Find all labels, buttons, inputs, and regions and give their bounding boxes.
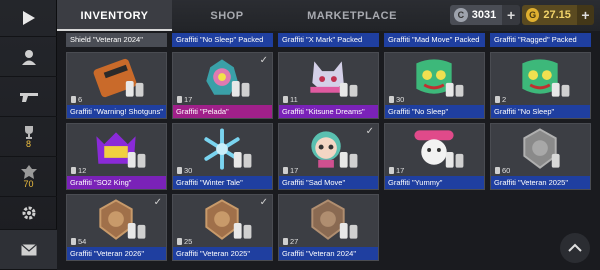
- silver-amount: 3031: [471, 9, 497, 21]
- play-icon: [22, 11, 35, 25]
- weapon-icon: [19, 92, 38, 102]
- inventory-item[interactable]: 6 Graffiti "Warning! Shotguns": [66, 52, 167, 119]
- item-label: Graffiti "Veteran 2025": [491, 176, 590, 189]
- scroll-up-button[interactable]: [560, 233, 590, 263]
- item-label: Graffiti "Pelada": [173, 105, 272, 118]
- rank-button[interactable]: 70: [0, 157, 57, 197]
- tab-marketplace[interactable]: MARKETPLACE: [282, 0, 422, 31]
- item-count: 25: [177, 237, 192, 246]
- add-gold-button[interactable]: +: [576, 5, 594, 25]
- item-count: 17: [389, 166, 404, 175]
- trophy-icon: [24, 125, 33, 139]
- add-silver-button[interactable]: +: [502, 5, 520, 25]
- rank-icon: [20, 164, 37, 179]
- check-icon: ✓: [153, 197, 162, 208]
- item-count: 30: [389, 95, 404, 104]
- item-count: 6: [71, 95, 82, 104]
- item-label: Graffiti "Warning! Shotguns": [67, 105, 166, 118]
- inventory-item[interactable]: 30 Graffiti "Winter Tale": [172, 123, 273, 190]
- silver-coin-icon: C: [454, 8, 468, 22]
- list-item[interactable]: Graffiti "Mad Move" Packed: [384, 33, 485, 47]
- inventory-item[interactable]: ✓ 54 Graffiti "Veteran 2026": [66, 194, 167, 261]
- inventory-item[interactable]: 12 Graffiti "SO2 King": [66, 123, 167, 190]
- item-count: 60: [495, 166, 510, 175]
- rank-badge: 70: [23, 178, 34, 189]
- gold-amount: 27.15: [543, 9, 571, 21]
- settings-button[interactable]: [0, 197, 57, 230]
- item-count: 54: [71, 237, 86, 246]
- silver-currency: C 3031 +: [450, 5, 520, 25]
- item-count: 27: [283, 237, 298, 246]
- item-count: 12: [71, 166, 86, 175]
- inventory-item[interactable]: ✓ 17 Graffiti "Sad Move": [278, 123, 379, 190]
- check-icon: ✓: [365, 126, 374, 137]
- play-button[interactable]: [0, 0, 57, 37]
- check-icon: ✓: [259, 197, 268, 208]
- item-label: Graffiti "Veteran 2024": [279, 247, 378, 260]
- item-count: 11: [283, 95, 298, 104]
- weapons-button[interactable]: [0, 77, 57, 117]
- item-label: Graffiti "No Sleep": [491, 105, 590, 118]
- item-count: 30: [177, 166, 192, 175]
- tab-shop[interactable]: SHOP: [172, 0, 282, 31]
- gold-currency: G 27.15 +: [522, 5, 594, 25]
- profile-icon: [21, 49, 36, 65]
- inventory-item[interactable]: 27 Graffiti "Veteran 2024": [278, 194, 379, 261]
- item-label: Graffiti "Veteran 2026": [67, 247, 166, 260]
- item-label: Graffiti "SO2 King": [67, 176, 166, 189]
- item-label: Graffiti "Kitsune Dreams": [279, 105, 378, 118]
- list-item[interactable]: Graffiti "No Sleep" Packed: [172, 33, 273, 47]
- inventory-item[interactable]: ✓ 17 Graffiti "Pelada": [172, 52, 273, 119]
- gear-icon: [22, 206, 35, 220]
- inventory-item[interactable]: 17 Graffiti "Yummy": [384, 123, 485, 190]
- inventory-item[interactable]: 60 Graffiti "Veteran 2025": [490, 123, 591, 190]
- item-count: 17: [283, 166, 298, 175]
- item-label: Graffiti "Sad Move": [279, 176, 378, 189]
- gold-coin-icon: G: [526, 8, 540, 22]
- inventory-item[interactable]: 2 Graffiti "No Sleep": [490, 52, 591, 119]
- list-item[interactable]: Shield "Veteran 2024": [66, 33, 167, 47]
- check-icon: ✓: [259, 55, 268, 66]
- trophy-button[interactable]: 8: [0, 117, 57, 157]
- inventory-item[interactable]: 11 Graffiti "Kitsune Dreams": [278, 52, 379, 119]
- item-count: 2: [495, 95, 506, 104]
- inventory-item[interactable]: ✓ 25 Graffiti "Veteran 2025": [172, 194, 273, 261]
- item-count: 17: [177, 95, 192, 104]
- sidebar: 8 70: [0, 0, 57, 270]
- item-label: Graffiti "Yummy": [385, 176, 484, 189]
- top-bar: INVENTORY SHOP MARKETPLACE C 3031 + G 27…: [57, 0, 600, 31]
- chevron-up-icon: [568, 243, 582, 252]
- list-item[interactable]: Graffiti "X Mark" Packed: [278, 33, 379, 47]
- tab-inventory[interactable]: INVENTORY: [57, 0, 172, 31]
- inventory-item[interactable]: 30 Graffiti "No Sleep": [384, 52, 485, 119]
- item-label: Graffiti "No Sleep": [385, 105, 484, 118]
- mail-icon: [20, 243, 37, 255]
- mail-button[interactable]: [0, 230, 57, 270]
- inventory-grid: Shield "Veteran 2024" Graffiti "No Sleep…: [66, 33, 591, 270]
- list-item[interactable]: Graffiti "Ragged" Packed: [490, 33, 591, 47]
- profile-button[interactable]: [0, 37, 57, 77]
- item-label: Graffiti "Veteran 2025": [173, 247, 272, 260]
- trophy-badge: 8: [25, 138, 31, 149]
- item-label: Graffiti "Winter Tale": [173, 176, 272, 189]
